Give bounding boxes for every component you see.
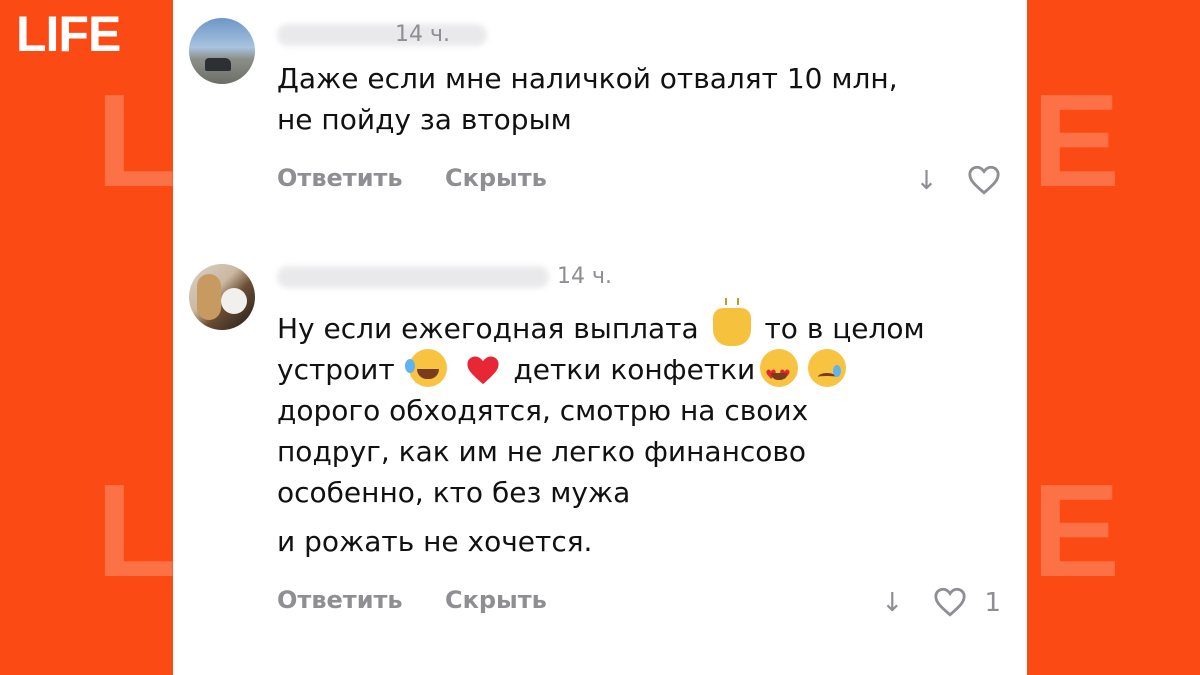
reply-button[interactable]: Ответить xyxy=(277,586,403,614)
person-image xyxy=(197,274,221,320)
down-arrow-icon[interactable]: ↓ xyxy=(881,588,903,618)
comment-line: подруг, как им не легко финансово xyxy=(277,435,807,468)
down-arrow-icon[interactable]: ↓ xyxy=(916,166,938,196)
hide-button[interactable]: Скрыть xyxy=(445,586,547,614)
watermark-letter-left-bottom: L xyxy=(96,457,177,604)
comment-fragment: устроит xyxy=(277,353,395,386)
comments-panel: 14 ч. Даже если мне наличкой отвалят 10 … xyxy=(173,0,1027,675)
comment-line: устроит детки конфетки xyxy=(277,349,1007,396)
avatar[interactable] xyxy=(189,18,255,84)
cat-image xyxy=(221,288,247,314)
comment-text: Ну если ежегодная выплата то в целом уст… xyxy=(277,298,1007,562)
comment-line: Ну если ежегодная выплата то в целом xyxy=(277,298,1007,349)
comment-tools: ↓ 1 xyxy=(881,586,1001,624)
comment-line: и рожать не хочется. xyxy=(277,525,593,558)
car-image xyxy=(205,58,231,71)
comment-time: 14 ч. xyxy=(395,22,450,47)
crying-face-icon xyxy=(808,349,847,387)
comment-line: особенно, кто без мужа xyxy=(277,476,631,509)
heart-icon[interactable] xyxy=(967,164,1001,202)
watermark-letter-right-bottom: E xyxy=(1032,457,1121,604)
heart-eyes-icon xyxy=(760,349,799,396)
avatar[interactable] xyxy=(189,264,255,330)
comment-fragment: то в целом xyxy=(764,312,925,345)
tears-of-joy-icon xyxy=(404,349,447,387)
username-blurred[interactable] xyxy=(277,266,549,288)
comment-line: не пойду за вторым xyxy=(277,103,572,136)
comment-tools: ↓ xyxy=(916,164,1001,202)
comment-fragment: детки конфетки xyxy=(513,353,756,386)
hide-button[interactable]: Скрыть xyxy=(445,164,547,192)
comment-line: дорого обходятся, смотрю на своих xyxy=(277,394,809,427)
comment-actions: Ответить Скрыть xyxy=(277,164,581,192)
comment-line: Даже если мне наличкой отвалят 10 млн, xyxy=(277,62,898,95)
red-heart-icon xyxy=(466,353,500,387)
watermark-letter-left-top: L xyxy=(96,67,177,214)
raising-hands-icon xyxy=(712,298,751,346)
comment-actions: Ответить Скрыть xyxy=(277,586,581,614)
comment-text: Даже если мне наличкой отвалят 10 млн, н… xyxy=(277,58,1007,140)
username-blurred[interactable] xyxy=(277,24,487,46)
watermark-letter-right-top: E xyxy=(1032,67,1121,214)
heart-icon[interactable] xyxy=(933,586,967,624)
like-count: 1 xyxy=(984,588,1001,618)
life-logo: LIFE xyxy=(16,6,121,62)
comment-fragment: Ну если ежегодная выплата xyxy=(277,312,699,345)
comment-time: 14 ч. xyxy=(557,264,612,289)
reply-button[interactable]: Ответить xyxy=(277,164,403,192)
